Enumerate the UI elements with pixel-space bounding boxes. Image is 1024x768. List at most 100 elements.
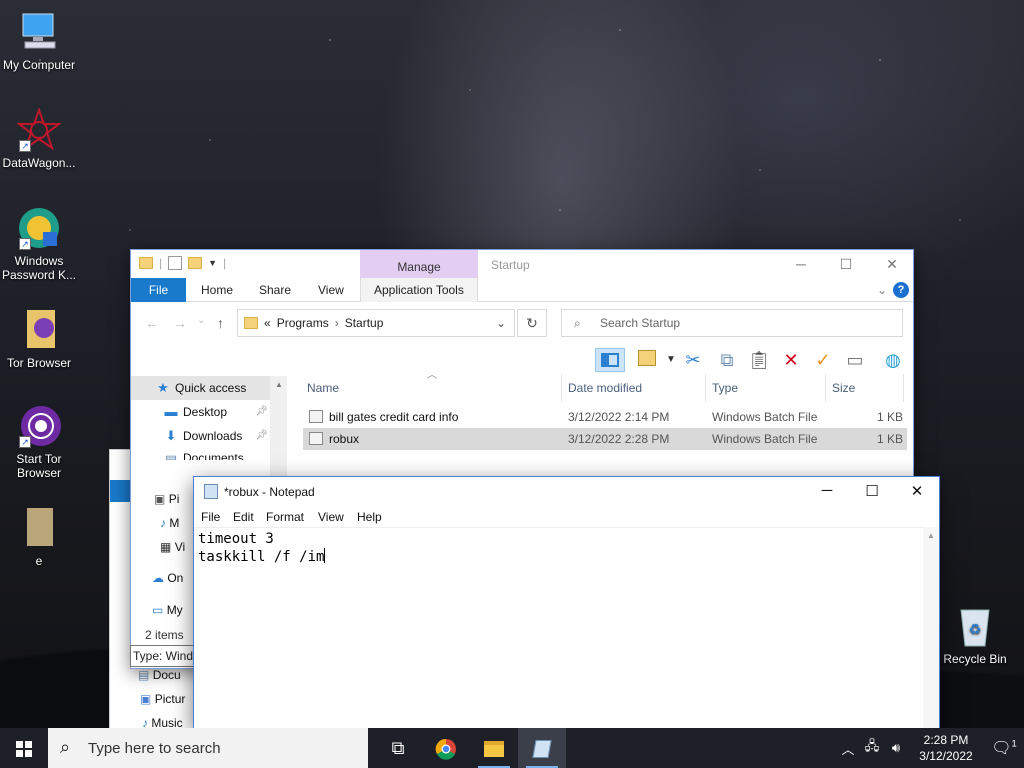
desktop-icon-windows-password-key[interactable]: ↗ Windows Password K... [0, 206, 78, 282]
taskbar-file-explorer[interactable] [470, 728, 518, 768]
nav-item-label: Quick access [175, 381, 247, 395]
nav-scrollbar[interactable]: ▲ [271, 376, 287, 476]
menu-file[interactable]: File [201, 510, 220, 524]
chevron-up-icon[interactable]: ︿ [836, 739, 860, 758]
start-button[interactable] [0, 728, 48, 768]
copy-icon[interactable]: ⧉ [715, 348, 739, 372]
properties-icon[interactable] [168, 256, 183, 270]
nav-item-documents[interactable]: ▤ Documents [131, 448, 270, 460]
table-row[interactable]: bill gates credit card info 3/12/2022 2:… [303, 406, 907, 428]
delete-icon[interactable]: ✕ [779, 348, 803, 372]
check-icon[interactable]: ✓ [811, 348, 835, 372]
notepad-scrollbar[interactable]: ▲ [923, 527, 939, 730]
desktop-icon-label: Windows Password K... [1, 254, 77, 282]
menu-help[interactable]: Help [357, 510, 382, 524]
cloud-icon: ☁ [152, 571, 164, 585]
desktop-icon-e[interactable]: e [0, 506, 78, 568]
volume-icon[interactable]: 🔊︎ [884, 740, 908, 756]
nav-item-desktop[interactable]: ▬ Desktop 📌︎ [131, 400, 270, 424]
nav-item-this-pc-partial[interactable]: ▭ My [152, 603, 183, 617]
view-options-icon[interactable] [635, 348, 659, 372]
network-icon[interactable]: 🖧︎ [860, 737, 884, 759]
recent-dropdown-icon[interactable]: ⌄ [197, 315, 205, 326]
taskbar-search[interactable]: ⌕ Type here to search [48, 728, 368, 768]
text-line: timeout 3 [198, 531, 274, 547]
nav-item-documents[interactable]: ▤ Docu [138, 668, 181, 682]
nav-item-label: Desktop [183, 405, 228, 419]
desktop-icon-tor-browser-folder[interactable]: Tor Browser [0, 308, 78, 370]
pictures-icon: ▣ [154, 492, 166, 506]
breadcrumb-separator-icon[interactable]: › [335, 316, 339, 330]
folder-icon [484, 741, 504, 758]
shell-icon[interactable]: ◍ [881, 348, 905, 372]
nav-item-pictures-partial[interactable]: ▣ Pi [154, 492, 179, 506]
maximize-button[interactable]: ☐ [857, 482, 887, 500]
desktop-icon-start-tor-browser[interactable]: ↗ Start Tor Browser [0, 404, 78, 480]
tab-manage[interactable]: Manage [360, 250, 478, 280]
nav-item-quick-access[interactable]: ★ Quick access [131, 376, 270, 400]
menu-view[interactable]: View [318, 510, 344, 524]
column-header-date-modified[interactable]: Date modified [568, 381, 642, 395]
maximize-button[interactable]: ☐ [832, 256, 860, 273]
notepad-titlebar[interactable]: *robux - Notepad ─ ☐ ✕ [194, 477, 939, 507]
clock[interactable]: 2:28 PM 3/12/2022 [908, 732, 984, 764]
clock-date: 3/12/2022 [919, 749, 973, 763]
column-header-type[interactable]: Type [712, 381, 738, 395]
nav-item-pictures[interactable]: ▣ Pictur [140, 692, 185, 706]
address-dropdown-icon[interactable]: ⌄ [496, 316, 506, 330]
new-folder-icon[interactable] [188, 257, 203, 269]
close-button[interactable]: ✕ [878, 256, 906, 273]
taskbar-notepad[interactable] [518, 728, 566, 768]
taskbar-chrome[interactable] [422, 728, 470, 768]
tab-application-tools[interactable]: Application Tools [374, 283, 464, 297]
help-icon[interactable]: ? [893, 282, 909, 298]
up-arrow-icon[interactable]: ↑ [217, 315, 224, 331]
cut-icon[interactable]: ✂ [681, 348, 705, 372]
scroll-up-icon[interactable]: ▲ [923, 527, 939, 540]
back-arrow-icon[interactable]: ← [145, 315, 159, 331]
nav-item-onedrive-partial[interactable]: ☁ On [152, 571, 183, 585]
breadcrumb-item-programs[interactable]: Programs [277, 316, 329, 330]
column-header-name[interactable]: Name [307, 381, 339, 395]
nav-item-music-partial[interactable]: ♪ M [160, 516, 179, 530]
address-bar[interactable]: « Programs › Startup ⌄ [237, 309, 515, 337]
preview-pane-icon[interactable] [595, 348, 625, 372]
forward-arrow-icon[interactable]: → [173, 315, 187, 331]
notepad-window[interactable]: *robux - Notepad ─ ☐ ✕ File Edit Format … [193, 476, 940, 730]
minimize-button[interactable]: ─ [812, 482, 842, 499]
refresh-button[interactable]: ↻ [517, 309, 547, 337]
tab-share[interactable]: Share [259, 283, 291, 297]
notepad-text-area[interactable]: timeout 3 taskkill /f /im [194, 527, 924, 730]
breadcrumb-item-startup[interactable]: Startup [345, 316, 384, 330]
explorer-titlebar[interactable]: | ▼ | Manage Startup ─ ☐ ✕ [131, 250, 913, 280]
expand-ribbon-icon[interactable]: ⌄ [877, 283, 887, 297]
tab-file[interactable]: File [131, 278, 186, 302]
view-dropdown-icon[interactable]: ▼ [659, 348, 683, 372]
table-row-selected[interactable]: robux 3/12/2022 2:28 PM Windows Batch Fi… [303, 428, 907, 450]
scroll-up-icon[interactable]: ▲ [275, 380, 283, 389]
close-button[interactable]: ✕ [902, 482, 932, 500]
pin-icon[interactable]: 📌︎ [255, 424, 268, 448]
breadcrumb-prefix[interactable]: « [264, 316, 271, 330]
menu-format[interactable]: Format [266, 510, 304, 524]
tab-home[interactable]: Home [201, 283, 233, 297]
paste-icon[interactable]: 📋︎ [747, 348, 771, 372]
task-view-button[interactable]: ⧉ [374, 728, 422, 768]
file-size: 1 KB [876, 410, 903, 424]
rename-icon[interactable]: ▭ [843, 348, 867, 372]
file-name: robux [329, 432, 360, 446]
action-center-button[interactable]: 🗨︎1 [984, 738, 1024, 758]
tab-view[interactable]: View [318, 283, 344, 297]
search-input[interactable]: ⌕ Search Startup [561, 309, 903, 337]
desktop-icon-recycle-bin[interactable]: ♻ Recycle Bin [936, 604, 1014, 666]
customize-dropdown-icon[interactable]: ▼ [208, 258, 217, 268]
desktop-icon-my-computer[interactable]: My Computer [0, 10, 78, 72]
pin-icon[interactable]: 📌︎ [255, 400, 268, 424]
desktop-icon-datawagon[interactable]: ↗ DataWagon... [0, 107, 78, 170]
notepad-menubar: File Edit Format View Help [194, 507, 939, 527]
nav-item-downloads[interactable]: ⬇ Downloads 📌︎ [131, 424, 270, 448]
minimize-button[interactable]: ─ [787, 256, 815, 272]
nav-item-videos-partial[interactable]: ▦ Vi [160, 540, 185, 554]
column-header-size[interactable]: Size [832, 381, 855, 395]
menu-edit[interactable]: Edit [233, 510, 254, 524]
